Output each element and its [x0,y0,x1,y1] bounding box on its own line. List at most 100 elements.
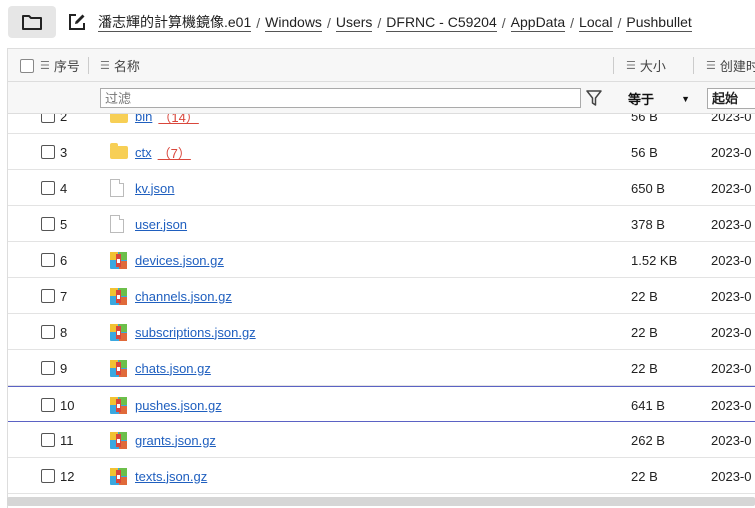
column-size-header[interactable]: ☰ 大小 [626,49,666,82]
row-checkbox-cell[interactable] [41,242,55,278]
file-name-link[interactable]: grants.json.gz [135,433,216,448]
row-size: 22 B [631,468,658,484]
row-name-cell: channels.json.gz [135,278,232,314]
row-checkbox[interactable] [41,398,55,412]
breadcrumb-item[interactable]: 潘志輝的計算機鏡像.e01 [98,14,252,32]
file-name-link[interactable]: subscriptions.json.gz [135,325,256,340]
row-checkbox-cell[interactable] [41,206,55,242]
row-icon [110,314,127,350]
column-resize-handle[interactable] [693,57,694,74]
row-name-cell: texts.json.gz [135,458,207,494]
item-count[interactable]: （14） [158,114,198,126]
row-name-cell: devices.json.gz [135,242,224,278]
item-count[interactable]: （7） [158,143,191,162]
breadcrumb-separator: / [326,15,331,31]
row-checkbox-cell[interactable] [41,350,55,386]
row-checkbox[interactable] [41,145,55,159]
table-row[interactable]: 8 subscriptions.json.gz 22 B 2023-0 [8,314,755,350]
select-all-checkbox-cell[interactable] [20,49,34,82]
column-resize-handle[interactable] [88,57,89,74]
select-all-checkbox[interactable] [20,58,34,73]
row-checkbox-cell[interactable] [41,134,55,170]
column-index-header[interactable]: ☰ 序号 [40,49,80,82]
file-name-link[interactable]: pushes.json.gz [135,398,222,413]
row-checkbox[interactable] [41,433,55,447]
horizontal-scrollbar[interactable] [7,497,755,506]
file-name-link[interactable]: ctx [135,145,152,160]
table-row[interactable]: 7 channels.json.gz 22 B 2023-0 [8,278,755,314]
breadcrumb-item[interactable]: Pushbullet [626,14,692,32]
table-row[interactable]: 6 devices.json.gz 1.52 KB 2023-0 [8,242,755,278]
row-checkbox-cell[interactable] [41,387,55,423]
breadcrumb-item[interactable]: Local [579,14,613,32]
breadcrumb-separator: / [256,15,261,31]
column-resize-handle[interactable] [613,57,614,74]
table-body: 2 bin （14） 56 B 2023-0 3 ctx （7） 56 B 2023-0 4 kv.j… [8,114,755,500]
file-name-link[interactable]: bin [135,114,152,124]
table-row[interactable]: 11 grants.json.gz 262 B 2023-0 [8,422,755,458]
row-index: 8 [60,324,68,340]
column-created-label: 创建时 [719,59,755,74]
file-name-link[interactable]: kv.json [135,181,175,196]
row-checkbox[interactable] [41,361,55,375]
name-filter-input[interactable] [100,88,581,108]
row-checkbox[interactable] [41,325,55,339]
table-row[interactable]: 10 pushes.json.gz 641 B 2023-0 [8,386,755,422]
breadcrumb-item[interactable]: DFRNC - C59204 [386,14,497,32]
funnel-icon[interactable] [586,89,602,107]
table-row[interactable]: 2 bin （14） 56 B 2023-0 [8,114,755,134]
row-checkbox-cell[interactable] [41,314,55,350]
row-checkbox[interactable] [41,217,55,231]
row-checkbox[interactable] [41,289,55,303]
table-row[interactable]: 4 kv.json 650 B 2023-0 [8,170,755,206]
table-row[interactable]: 12 texts.json.gz 22 B 2023-0 [8,458,755,494]
file-name-link[interactable]: chats.json.gz [135,361,211,376]
row-checkbox[interactable] [41,181,55,195]
row-created: 2023-0 [711,216,752,232]
column-created-header[interactable]: ☰ 创建时 [706,49,755,82]
breadcrumb-item[interactable]: Windows [265,14,322,32]
breadcrumb-separator: / [570,15,575,31]
column-name-label: 名称 [113,59,140,74]
row-checkbox[interactable] [41,469,55,483]
row-index: 9 [60,360,68,376]
row-checkbox-cell[interactable] [41,278,55,314]
row-checkbox-cell[interactable] [41,170,55,206]
row-checkbox[interactable] [41,253,55,267]
archive-icon [110,396,127,414]
row-size: 22 B [631,360,658,376]
row-index: 5 [60,216,68,232]
row-icon [110,242,127,278]
row-checkbox-cell[interactable] [41,114,55,134]
edit-path-button[interactable] [66,11,88,33]
row-icon [110,422,127,458]
row-checkbox-cell[interactable] [41,422,55,458]
file-name-link[interactable]: devices.json.gz [135,253,224,268]
archive-icon [110,251,127,269]
table-row[interactable]: 5 user.json 378 B 2023-0 [8,206,755,242]
row-checkbox-cell[interactable] [41,458,55,494]
file-name-link[interactable]: channels.json.gz [135,289,232,304]
archive-icon [110,431,127,449]
row-name-cell: kv.json [135,170,175,206]
breadcrumb-item[interactable]: AppData [510,14,566,32]
table-row[interactable]: 3 ctx （7） 56 B 2023-0 [8,134,755,170]
row-size: 56 B [631,144,658,160]
breadcrumb-item[interactable]: Users [335,14,373,32]
size-operator-select[interactable]: 等于 ▼ [622,88,694,109]
row-name-cell: bin （14） [135,114,199,134]
row-checkbox[interactable] [41,114,55,123]
row-index: 11 [60,432,74,448]
table-row[interactable]: 9 chats.json.gz 22 B 2023-0 [8,350,755,386]
filter-row: 等于 ▼ 起始 [8,82,755,114]
breadcrumb: 潘志輝的計算機鏡像.e01/Windows / Users / DFRNC - C592… [98,12,692,34]
folder-view-button[interactable] [8,6,56,38]
file-name-link[interactable]: user.json [135,217,187,232]
row-index: 6 [60,252,68,268]
row-created: 2023-0 [711,114,752,124]
date-filter-input[interactable]: 起始 [707,88,755,109]
column-name-header[interactable]: ☰ 名称 [100,49,140,82]
row-size: 262 B [631,432,665,448]
file-name-link[interactable]: texts.json.gz [135,469,207,484]
row-created: 2023-0 [711,468,752,484]
